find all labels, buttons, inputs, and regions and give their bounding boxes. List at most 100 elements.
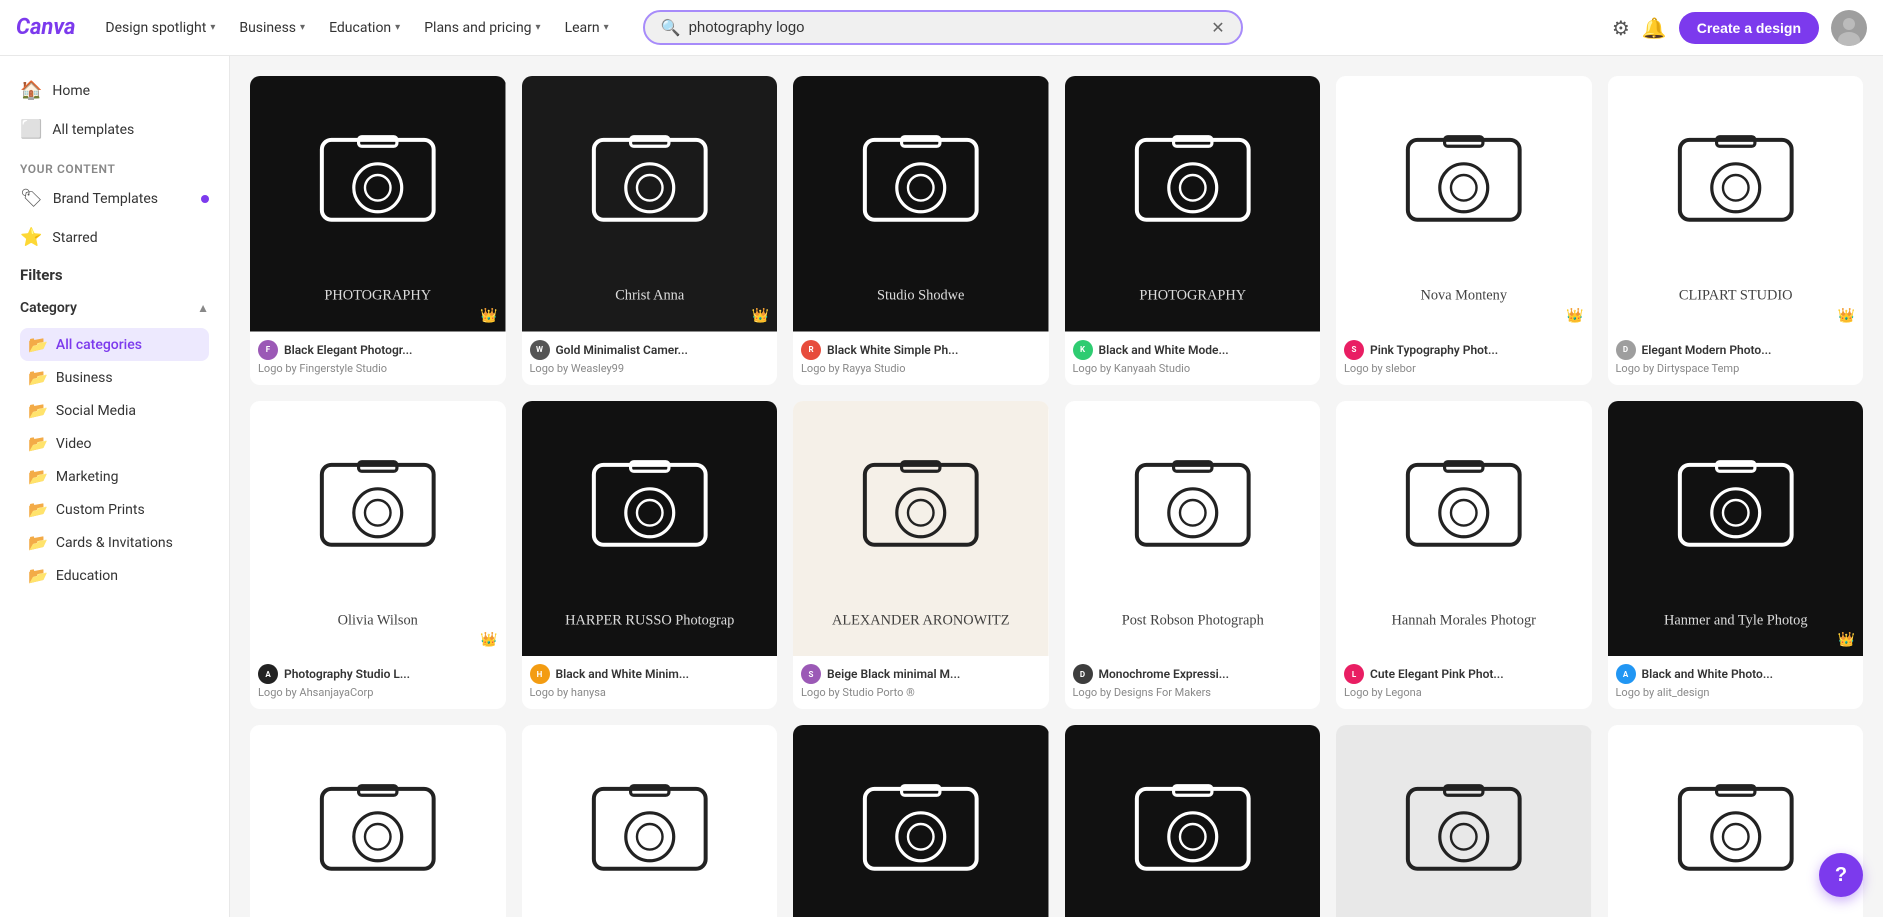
crown-badge: 👑 xyxy=(1838,632,1855,648)
template-thumbnail: ALEXANDER ARONOWITZ xyxy=(793,401,1049,657)
template-author: Logo by Studio Porto ® xyxy=(801,686,1041,699)
sidebar-category-item[interactable]: 📂 All categories xyxy=(20,328,209,361)
search-input[interactable] xyxy=(689,19,1204,36)
nav-right: ⚙ 🔔 Create a design xyxy=(1612,10,1867,46)
notifications-icon[interactable]: 🔔 xyxy=(1642,16,1667,40)
template-author: Logo by Weasley99 xyxy=(530,362,770,375)
template-thumbnail: Christ Anna 👑 xyxy=(522,76,778,332)
template-card[interactable]: PHOTOGRAPHY 👑FBlack Elegant Photogr...Lo… xyxy=(250,76,506,385)
template-card[interactable]: CLIPART STUDIO 👑DElegant Modern Photo...… xyxy=(1608,76,1864,385)
settings-icon[interactable]: ⚙ xyxy=(1612,16,1630,40)
main-content: PHOTOGRAPHY 👑FBlack Elegant Photogr...Lo… xyxy=(230,56,1883,917)
template-name: Black Elegant Photogr... xyxy=(284,343,412,357)
sidebar-category-item[interactable]: 📂 Video xyxy=(20,427,209,460)
template-name: Pink Typography Phot... xyxy=(1370,343,1498,357)
template-card[interactable]: Post Robson Photograph DMonochrome Expre… xyxy=(1065,401,1321,710)
nav-learn[interactable]: Learn ▾ xyxy=(555,14,619,42)
category-header[interactable]: Category ▲ xyxy=(20,296,209,320)
template-author: Logo by Kanyaah Studio xyxy=(1073,362,1313,375)
template-card[interactable]: WARNER & SPENCER Photo WWarner & Spencer… xyxy=(1336,725,1592,917)
template-name: Black and White Minim... xyxy=(556,667,690,681)
svg-text:Olivia Wilson: Olivia Wilson xyxy=(338,612,418,628)
template-card[interactable]: Clara Wilson Photograp SIllustrative Pho… xyxy=(250,725,506,917)
clear-search-icon[interactable]: ✕ xyxy=(1211,18,1224,37)
author-avatar: R xyxy=(801,340,821,360)
template-name: Cute Elegant Pink Phot... xyxy=(1370,667,1504,681)
nav-design-spotlight[interactable]: Design spotlight ▾ xyxy=(95,14,225,42)
template-name: Elegant Modern Photo... xyxy=(1642,343,1772,357)
filters-title: Filters xyxy=(20,266,209,284)
sidebar-item-brand-templates[interactable]: 🏷 Brand Templates xyxy=(8,180,221,217)
template-card[interactable]: Studio Shodwe RBlack White Simple Ph...L… xyxy=(793,76,1049,385)
crown-badge: 👑 xyxy=(1566,308,1583,324)
category-icon: 📂 xyxy=(28,500,48,519)
template-thumbnail: PHOTO PRO STUDIOS xyxy=(1065,725,1321,917)
template-name: Beige Black minimal M... xyxy=(827,667,960,681)
sidebar-item-starred[interactable]: ⭐ Starred xyxy=(8,219,221,256)
template-card[interactable]: Olivia Wilson 👑APhotography Studio L...L… xyxy=(250,401,506,710)
template-author: Logo by hanysa xyxy=(530,686,770,699)
sidebar-category-item[interactable]: 📂 Marketing xyxy=(20,460,209,493)
chevron-up-icon: ▲ xyxy=(197,301,209,315)
template-thumbnail: Clara Wilson Photograp xyxy=(250,725,506,917)
template-name: Black White Simple Ph... xyxy=(827,343,958,357)
template-thumbnail: Hannah Morales Photogr xyxy=(1336,401,1592,657)
filters-section: Filters Category ▲ 📂 All categories📂 Bus… xyxy=(8,258,221,596)
author-avatar: D xyxy=(1073,664,1093,684)
sidebar-category-item[interactable]: 📂 Social Media xyxy=(20,394,209,427)
nav-plans-pricing[interactable]: Plans and pricing ▾ xyxy=(414,14,550,42)
template-name: Black and White Photo... xyxy=(1642,667,1774,681)
nav-business[interactable]: Business ▾ xyxy=(229,14,315,42)
user-avatar[interactable] xyxy=(1831,10,1867,46)
brand-badge xyxy=(201,195,209,203)
template-grid: PHOTOGRAPHY 👑FBlack Elegant Photogr...Lo… xyxy=(250,76,1863,917)
template-author: Logo by slebor xyxy=(1344,362,1584,375)
canva-logo[interactable]: Canva xyxy=(16,15,75,40)
template-card[interactable]: PHOTOGRAPHY KBlack and White Mode...Logo… xyxy=(1065,76,1321,385)
sidebar-category-item[interactable]: 📂 Education xyxy=(20,559,209,592)
logo-text: Canva xyxy=(16,15,75,40)
nav-links: Design spotlight ▾ Business ▾ Education … xyxy=(95,14,618,42)
sidebar-category-item[interactable]: 📂 Custom Prints xyxy=(20,493,209,526)
template-card[interactable]: Samir Khalid Photograp SMinimalist Camer… xyxy=(522,725,778,917)
template-card[interactable]: Hanmer and Tyle Photog 👑ABlack and White… xyxy=(1608,401,1864,710)
template-card[interactable]: Hannah Morales Photogr L Cute Elegant Pin… xyxy=(1336,401,1592,710)
help-button[interactable]: ? xyxy=(1819,853,1863,897)
sidebar: 🏠 Home ⬜ All templates Your Content 🏷 Br… xyxy=(0,56,230,917)
svg-text:Christ Anna: Christ Anna xyxy=(615,288,685,304)
author-avatar: S xyxy=(1344,340,1364,360)
search-bar[interactable]: 🔍 ✕ xyxy=(643,10,1243,45)
svg-text:Studio Shodwe: Studio Shodwe xyxy=(877,288,964,304)
template-thumbnail: WARNER & SPENCER Photo xyxy=(1336,725,1592,917)
template-card[interactable]: Nova Monteny 👑SPink Typography Phot...Lo… xyxy=(1336,76,1592,385)
svg-text:CLIPART STUDIO: CLIPART STUDIO xyxy=(1678,288,1792,304)
sidebar-item-home[interactable]: 🏠 Home xyxy=(8,72,221,109)
chevron-down-icon: ▾ xyxy=(210,22,215,33)
template-card[interactable]: HARPER RUSSO Photograp HBlack and White … xyxy=(522,401,778,710)
sidebar-category-item[interactable]: 📂 Cards & Invitations xyxy=(20,526,209,559)
brand-icon: 🏷 xyxy=(20,188,43,209)
template-author: Logo by Designs For Makers xyxy=(1073,686,1313,699)
star-icon: ⭐ xyxy=(20,227,42,248)
nav-education[interactable]: Education ▾ xyxy=(319,14,410,42)
template-card[interactable]: ALEXANDER ARONOWITZ SBeige Black minimal… xyxy=(793,401,1049,710)
template-author: Logo by Dirtyspace Temp xyxy=(1616,362,1856,375)
template-card[interactable]: Creative Studio CCreative Studio Logo...… xyxy=(793,725,1049,917)
author-avatar: W xyxy=(530,340,550,360)
chevron-down-icon: ▾ xyxy=(604,22,609,33)
author-avatar: L xyxy=(1344,664,1364,684)
sidebar-item-all-templates[interactable]: ⬜ All templates xyxy=(8,111,221,148)
crown-badge: 👑 xyxy=(752,308,769,324)
crown-badge: 👑 xyxy=(480,632,497,648)
top-navigation: Canva Design spotlight ▾ Business ▾ Educ… xyxy=(0,0,1883,56)
create-design-button[interactable]: Create a design xyxy=(1679,12,1819,44)
crown-badge: 👑 xyxy=(480,308,497,324)
template-card[interactable]: Christ Anna 👑WGold Minimalist Camer...Lo… xyxy=(522,76,778,385)
category-icon: 📂 xyxy=(28,566,48,585)
author-avatar: A xyxy=(258,664,278,684)
template-card[interactable]: PHOTO PRO STUDIOS PPhoto Pro Studios...L… xyxy=(1065,725,1321,917)
template-thumbnail: HARPER RUSSO Photograp xyxy=(522,401,778,657)
svg-text:Hanmer and Tyle Photog: Hanmer and Tyle Photog xyxy=(1664,612,1808,628)
template-name: Monochrome Expressi... xyxy=(1099,667,1230,681)
sidebar-category-item[interactable]: 📂 Business xyxy=(20,361,209,394)
